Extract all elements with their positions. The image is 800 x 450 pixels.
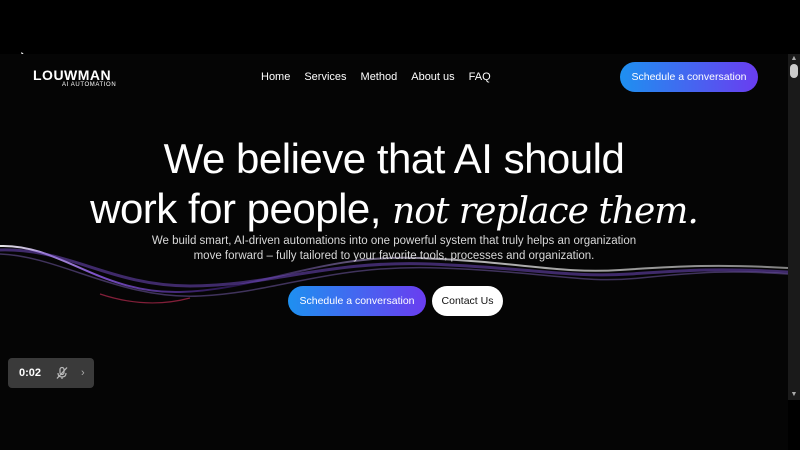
chevron-right-icon[interactable]: › bbox=[81, 367, 85, 379]
hero-subtitle-line2: move forward – fully tailored to your fa… bbox=[193, 250, 595, 262]
nav-item-home[interactable]: Home bbox=[261, 71, 290, 83]
header-schedule-button[interactable]: Schedule a conversation bbox=[620, 62, 758, 92]
video-control-bar: 0:02 › bbox=[8, 358, 94, 388]
nav-item-about-us[interactable]: About us bbox=[411, 71, 454, 83]
scroll-up-arrow-icon[interactable]: ▲ bbox=[788, 54, 800, 64]
mic-off-icon[interactable] bbox=[55, 366, 69, 380]
hero-schedule-button[interactable]: Schedule a conversation bbox=[288, 286, 426, 316]
hero-subtitle-line1: We build smart, AI-driven automations in… bbox=[151, 235, 637, 247]
hero-title-line1: We believe that AI should bbox=[163, 135, 625, 182]
brand-tagline: AI AUTOMATION bbox=[62, 82, 117, 88]
website-page: LOUWMAN AI AUTOMATION Home Services Meth… bbox=[0, 54, 788, 450]
scroll-thumb[interactable] bbox=[790, 64, 798, 78]
screen: LOUWMAN AI AUTOMATION Home Services Meth… bbox=[0, 0, 800, 450]
contact-us-button[interactable]: Contact Us bbox=[432, 286, 503, 316]
top-black-area bbox=[0, 0, 800, 54]
main-nav: Home Services Method About us FAQ bbox=[261, 71, 491, 83]
brand-logo[interactable]: LOUWMAN AI AUTOMATION bbox=[33, 67, 116, 88]
hero-subtitle: We build smart, AI-driven automations in… bbox=[130, 234, 658, 264]
hero-title: We believe that AI should work for peopl… bbox=[0, 134, 788, 237]
scroll-down-arrow-icon[interactable]: ▼ bbox=[788, 390, 800, 400]
nav-item-services[interactable]: Services bbox=[304, 71, 346, 83]
brand-name: LOUWMAN bbox=[33, 67, 112, 83]
hero-title-italic: not replace them. bbox=[392, 191, 699, 232]
video-time: 0:02 bbox=[19, 367, 42, 379]
hero-title-line2: work for people, bbox=[90, 185, 381, 232]
nav-item-faq[interactable]: FAQ bbox=[469, 71, 491, 83]
nav-item-method[interactable]: Method bbox=[361, 71, 398, 83]
page-scrollbar[interactable]: ▲ ▼ bbox=[788, 54, 800, 400]
